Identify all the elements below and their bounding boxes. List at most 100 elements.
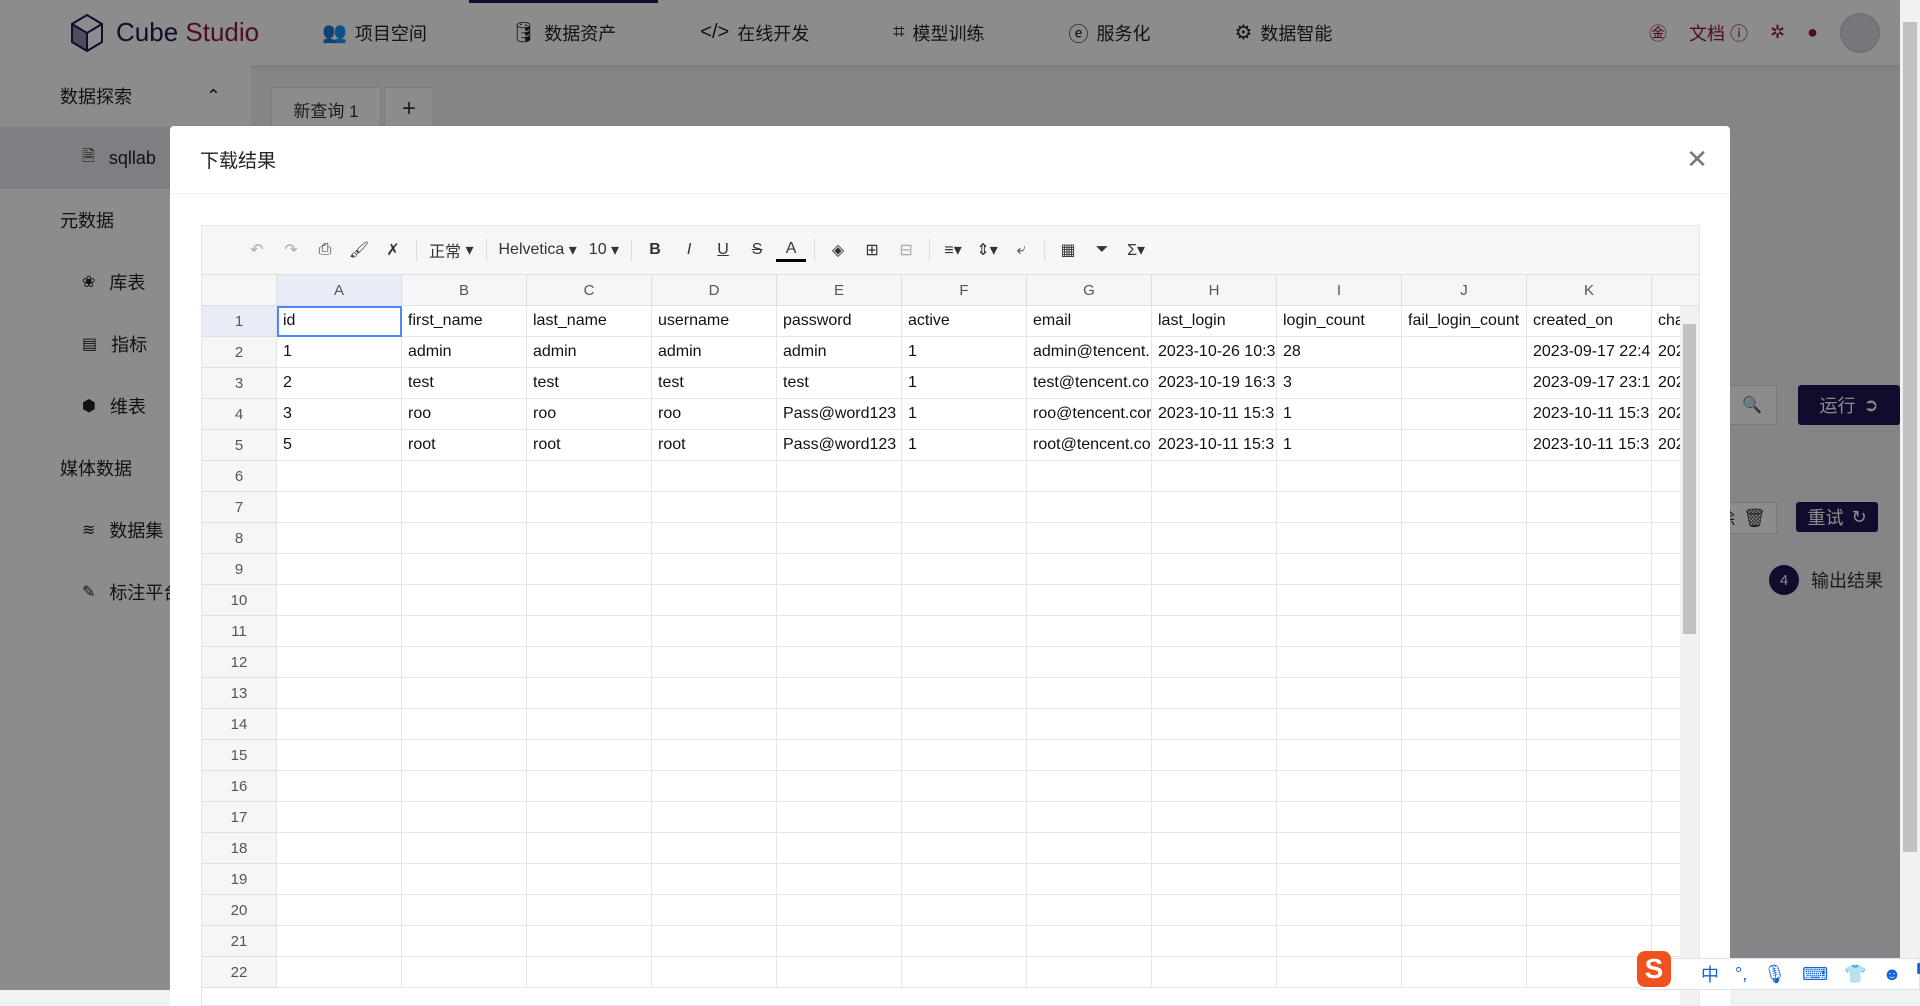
sogou-logo-icon[interactable]: S bbox=[1637, 951, 1671, 987]
cell[interactable] bbox=[652, 709, 777, 740]
cell[interactable]: id bbox=[277, 306, 402, 337]
cell[interactable]: first_name bbox=[402, 306, 527, 337]
cell[interactable]: roo bbox=[527, 399, 652, 430]
cell[interactable] bbox=[1277, 740, 1402, 771]
cell[interactable] bbox=[777, 709, 902, 740]
redo-icon[interactable]: ↷ bbox=[276, 235, 306, 265]
cell[interactable] bbox=[527, 926, 652, 957]
cell[interactable] bbox=[777, 740, 902, 771]
cell[interactable]: 1 bbox=[1277, 399, 1402, 430]
cell[interactable] bbox=[652, 895, 777, 926]
cell[interactable] bbox=[1027, 461, 1152, 492]
cell[interactable] bbox=[1277, 802, 1402, 833]
cell[interactable]: root bbox=[527, 430, 652, 461]
column-header[interactable] bbox=[1652, 275, 1699, 306]
column-header[interactable]: D bbox=[652, 275, 777, 306]
cell[interactable] bbox=[1527, 833, 1652, 864]
cell[interactable] bbox=[1152, 523, 1277, 554]
cell[interactable] bbox=[902, 740, 1027, 771]
cell[interactable] bbox=[1527, 523, 1652, 554]
cell[interactable] bbox=[1027, 585, 1152, 616]
cell[interactable] bbox=[1402, 957, 1527, 988]
cell[interactable] bbox=[1277, 678, 1402, 709]
cell[interactable] bbox=[1402, 864, 1527, 895]
sheet-vertical-scrollbar[interactable] bbox=[1680, 306, 1699, 1005]
cell[interactable] bbox=[277, 678, 402, 709]
text-wrap-icon[interactable]: ⤶ bbox=[1006, 235, 1036, 265]
cell[interactable] bbox=[1152, 709, 1277, 740]
cell[interactable]: 2023-10-11 15:3 bbox=[1152, 399, 1277, 430]
cell[interactable] bbox=[402, 895, 527, 926]
cell[interactable] bbox=[652, 957, 777, 988]
cell[interactable] bbox=[1152, 895, 1277, 926]
cell[interactable] bbox=[1152, 926, 1277, 957]
row-header[interactable]: 22 bbox=[202, 957, 277, 988]
cell[interactable]: 2023-09-17 23:1 bbox=[1527, 368, 1652, 399]
print-icon[interactable]: ⎙ bbox=[310, 235, 340, 265]
cell[interactable] bbox=[1402, 709, 1527, 740]
row-header[interactable]: 21 bbox=[202, 926, 277, 957]
cell[interactable] bbox=[777, 492, 902, 523]
column-header[interactable]: E bbox=[777, 275, 902, 306]
column-header[interactable]: I bbox=[1277, 275, 1402, 306]
cell[interactable] bbox=[652, 492, 777, 523]
cell[interactable] bbox=[1527, 802, 1652, 833]
cell[interactable]: admin bbox=[652, 337, 777, 368]
cell[interactable] bbox=[527, 957, 652, 988]
cell[interactable]: test@tencent.co bbox=[1027, 368, 1152, 399]
cell[interactable] bbox=[777, 554, 902, 585]
cell[interactable] bbox=[527, 492, 652, 523]
row-header[interactable]: 6 bbox=[202, 461, 277, 492]
cell[interactable]: 5 bbox=[277, 430, 402, 461]
cell[interactable] bbox=[1277, 957, 1402, 988]
microphone-icon[interactable]: 🎙 bbox=[1763, 964, 1786, 985]
cell[interactable] bbox=[527, 802, 652, 833]
column-header[interactable]: B bbox=[402, 275, 527, 306]
cell[interactable] bbox=[902, 461, 1027, 492]
cell[interactable] bbox=[402, 864, 527, 895]
bold-icon[interactable]: B bbox=[640, 235, 670, 265]
cell[interactable] bbox=[527, 864, 652, 895]
cell[interactable] bbox=[1527, 461, 1652, 492]
cell[interactable] bbox=[1277, 895, 1402, 926]
row-header[interactable]: 2 bbox=[202, 337, 277, 368]
undo-icon[interactable]: ↶ bbox=[242, 235, 272, 265]
cell[interactable] bbox=[1027, 616, 1152, 647]
cell[interactable] bbox=[1527, 864, 1652, 895]
cell[interactable] bbox=[1402, 895, 1527, 926]
cell[interactable] bbox=[777, 864, 902, 895]
cell[interactable] bbox=[1527, 709, 1652, 740]
row-header[interactable]: 3 bbox=[202, 368, 277, 399]
cell[interactable] bbox=[277, 864, 402, 895]
cell[interactable] bbox=[652, 740, 777, 771]
cell[interactable]: roo bbox=[402, 399, 527, 430]
cell[interactable] bbox=[652, 678, 777, 709]
cell[interactable] bbox=[1527, 740, 1652, 771]
cell[interactable] bbox=[777, 771, 902, 802]
cell[interactable] bbox=[1402, 585, 1527, 616]
cell[interactable]: email bbox=[1027, 306, 1152, 337]
format-dropdown[interactable]: 正常 ▾ bbox=[425, 235, 478, 265]
cell[interactable] bbox=[652, 771, 777, 802]
cell[interactable] bbox=[1027, 647, 1152, 678]
cell[interactable] bbox=[1277, 616, 1402, 647]
row-header[interactable]: 17 bbox=[202, 802, 277, 833]
cell[interactable] bbox=[277, 771, 402, 802]
cell[interactable] bbox=[1027, 554, 1152, 585]
cell[interactable] bbox=[402, 709, 527, 740]
cell[interactable]: 1 bbox=[277, 337, 402, 368]
column-header[interactable]: G bbox=[1027, 275, 1152, 306]
paint-format-icon[interactable]: 🖌 bbox=[344, 235, 374, 265]
cell[interactable] bbox=[1527, 895, 1652, 926]
row-header[interactable]: 20 bbox=[202, 895, 277, 926]
cell[interactable] bbox=[902, 678, 1027, 709]
cell[interactable] bbox=[652, 833, 777, 864]
cell[interactable]: admin@tencent. bbox=[1027, 337, 1152, 368]
cell[interactable] bbox=[1277, 647, 1402, 678]
column-header[interactable]: C bbox=[527, 275, 652, 306]
cell[interactable] bbox=[1277, 926, 1402, 957]
cell[interactable] bbox=[1402, 833, 1527, 864]
cell[interactable] bbox=[902, 647, 1027, 678]
cell[interactable] bbox=[1152, 957, 1277, 988]
cell[interactable] bbox=[1277, 833, 1402, 864]
